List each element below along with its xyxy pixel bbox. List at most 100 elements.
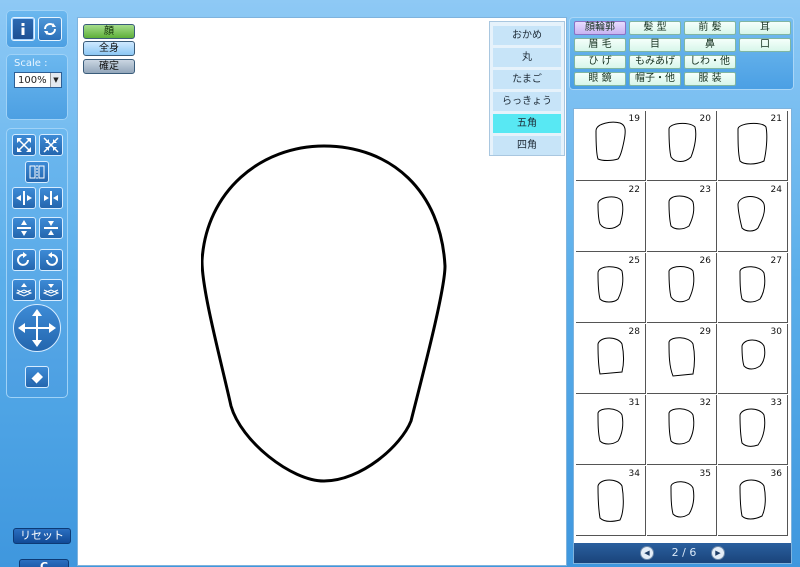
category-face-outline[interactable]: 顔輪郭 [574,21,626,35]
scale-value: 100% [18,74,47,86]
flip-horizontal-button[interactable] [25,161,49,183]
face-outline-option[interactable]: 24 [718,182,788,252]
expand-icon [17,138,31,152]
face-outline-option[interactable]: 27 [718,253,788,323]
narrow-button[interactable] [39,187,63,209]
category-sideburns[interactable]: もみあげ [629,55,681,69]
face-outline-option[interactable]: 29 [647,324,717,394]
pager: ◀ 2 / 6 ▶ [574,543,791,563]
option-number: 31 [628,398,640,408]
confirm-button[interactable]: 確定 [83,59,135,74]
narrow-icon [44,191,58,205]
face-shape-menu: おかめ 丸 たまご らっきょう 五角 四角 [489,21,565,156]
move-pad[interactable] [13,304,61,352]
rotate-icon [44,23,56,35]
rotate-cw-icon [17,252,29,266]
scale-select[interactable]: 100% ▼ [14,72,62,88]
face-outline-option[interactable]: 23 [647,182,717,252]
shorten-button[interactable] [39,217,63,239]
face-outline-option[interactable]: 36 [718,466,788,536]
face-outline-option[interactable]: 19 [576,111,646,181]
category-mouth[interactable]: 口 [739,38,791,52]
shrink-button[interactable] [39,134,63,156]
face-outline-option[interactable]: 32 [647,395,717,465]
face-outline-option[interactable]: 31 [576,395,646,465]
face-outline-option[interactable]: 35 [647,466,717,536]
category-wrinkles[interactable]: しわ・他 [684,55,736,69]
option-number: 30 [770,327,782,337]
drawing-canvas[interactable]: 顔 全身 確定 おかめ 丸 たまご らっきょう 五角 四角 [77,17,567,566]
transform-tools [6,128,68,398]
shape-option-rakkyo[interactable]: らっきょう [493,92,561,111]
rotate-ccw-icon [46,252,58,266]
face-outline-option[interactable]: 28 [576,324,646,394]
option-number: 35 [699,469,711,479]
rotate-cw-button[interactable] [12,249,36,271]
option-number: 34 [628,469,640,479]
option-number: 26 [699,256,711,266]
mode-switch [6,10,68,48]
shape-option-egg[interactable]: たまご [493,70,561,89]
triangle-left-icon: ◀ [644,549,650,557]
layer-down-button[interactable] [39,279,63,301]
layer-up-button[interactable] [12,279,36,301]
chevron-down-icon: ▼ [50,73,61,87]
cursor-icon [21,23,25,35]
option-number: 29 [699,327,711,337]
option-number: 19 [628,114,640,124]
widen-button[interactable] [12,187,36,209]
flip-icon [29,165,45,179]
layer-up-icon [16,283,32,297]
face-outline-option[interactable]: 21 [718,111,788,181]
option-number: 25 [628,256,640,266]
shape-option-square[interactable]: 四角 [493,136,561,155]
heighten-button[interactable] [12,217,36,239]
category-ears[interactable]: 耳 [739,21,791,35]
shape-option-round[interactable]: 丸 [493,48,561,67]
category-bangs[interactable]: 前 髪 [684,21,736,35]
next-page-button[interactable]: ▶ [711,546,725,560]
previous-page-button[interactable]: ◀ [640,546,654,560]
option-number: 24 [770,185,782,195]
layer-down-icon [43,284,59,297]
rotate-mode-button[interactable] [38,17,62,41]
scale-panel: Scale : 100% ▼ [6,54,68,120]
face-outline-option[interactable]: 26 [647,253,717,323]
option-number: 21 [770,114,782,124]
rotate-ccw-button[interactable] [39,249,63,271]
reset-button[interactable]: リセット [13,528,71,544]
shorten-icon [44,221,58,235]
scale-label: Scale : [14,58,48,69]
category-beard[interactable]: ひ げ [574,55,626,69]
option-number: 33 [770,398,782,408]
shape-option-okame[interactable]: おかめ [493,26,561,45]
category-hats[interactable]: 帽子・他 [629,72,681,86]
select-mode-button[interactable] [11,17,35,41]
category-panel: 顔輪郭 髪 型 前 髪 耳 眉 毛 目 鼻 口 ひ げ もみあげ しわ・他 眼 … [569,17,794,90]
category-glasses[interactable]: 眼 鏡 [574,72,626,86]
clear-button[interactable]: C [19,559,69,567]
face-view-button[interactable]: 顔 [83,24,135,39]
face-outline-option[interactable]: 22 [576,182,646,252]
full-body-view-button[interactable]: 全身 [83,41,135,56]
face-outline-option[interactable]: 33 [718,395,788,465]
category-nose[interactable]: 鼻 [684,38,736,52]
option-number: 22 [628,185,640,195]
category-clothing[interactable]: 服 装 [684,72,736,86]
shape-option-pentagon[interactable]: 五角 [493,114,561,133]
face-outline-option[interactable]: 30 [718,324,788,394]
face-outline-option[interactable]: 25 [576,253,646,323]
eraser-icon [30,372,43,385]
triangle-right-icon: ▶ [715,549,721,557]
face-outline [201,144,447,483]
face-outline-option[interactable]: 34 [576,466,646,536]
enlarge-button[interactable] [12,134,36,156]
face-outline-option[interactable]: 20 [647,111,717,181]
category-eyebrows[interactable]: 眉 毛 [574,38,626,52]
eraser-button[interactable] [25,366,49,388]
parts-grid: 19 20 21 22 23 24 25 26 27 28 29 30 31 32 33 34 35 36 ◀ 2… [573,108,792,564]
move-arrows-icon [18,309,56,347]
category-eyes[interactable]: 目 [629,38,681,52]
category-hairstyle[interactable]: 髪 型 [629,21,681,35]
option-number: 27 [770,256,782,266]
